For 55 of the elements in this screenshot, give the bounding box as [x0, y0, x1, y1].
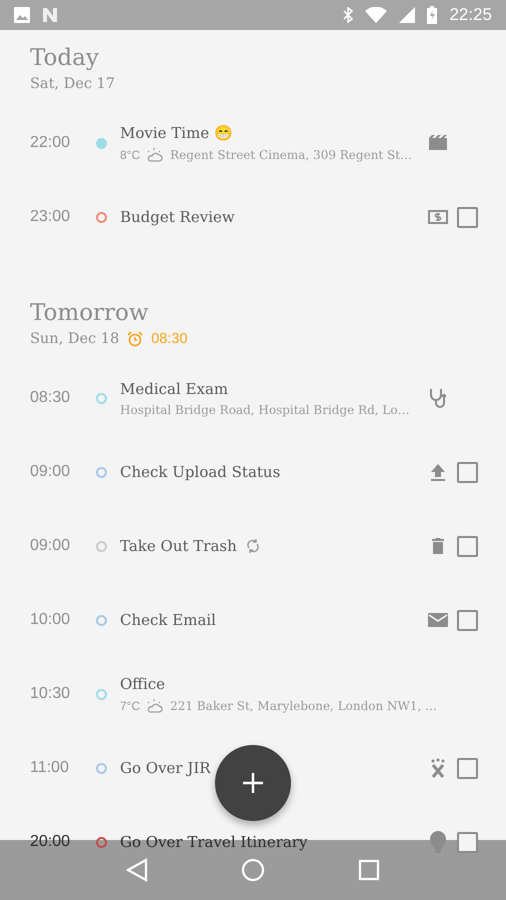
clapperboard-icon — [428, 135, 448, 151]
clock-time: 22:25 — [449, 5, 492, 25]
alarm-clock-icon — [127, 331, 144, 347]
stethoscope-icon — [428, 387, 448, 409]
event-time: 10:00 — [30, 611, 72, 629]
bluetooth-icon — [343, 7, 354, 23]
event-title: Office — [120, 674, 166, 692]
event-title: Medical Exam — [120, 380, 228, 398]
day-heading: Tomorrow — [30, 299, 150, 328]
checkbox[interactable] — [457, 536, 478, 556]
n-logo-icon — [42, 7, 58, 23]
event-location: 221 Baker St, Marylebone, London NW1, … — [170, 698, 438, 712]
checkbox[interactable] — [457, 462, 478, 482]
wifi-icon — [365, 7, 388, 23]
signal-icon — [399, 7, 416, 23]
event-title: Take Out Trash — [120, 537, 237, 555]
event-title: Movie Time 😁 — [120, 124, 233, 142]
back-icon[interactable] — [126, 858, 148, 882]
event-time: 23:00 — [30, 208, 72, 226]
upload-icon — [430, 463, 446, 481]
event-title: Check Email — [120, 611, 216, 629]
checkbox[interactable] — [457, 832, 478, 852]
figure-icon — [430, 758, 446, 778]
trash-icon — [431, 537, 445, 555]
dollar-bill-icon — [428, 209, 448, 225]
event-title: Budget Review — [120, 208, 235, 226]
date-label: Sat, Dec 17 — [30, 76, 116, 92]
event-time: 22:00 — [30, 134, 72, 152]
day-heading: Today — [30, 44, 100, 73]
checkbox[interactable] — [457, 758, 478, 778]
plus-icon — [242, 772, 264, 794]
weather-icon — [146, 146, 164, 162]
alarm-time: 08:30 — [151, 331, 188, 347]
home-icon[interactable] — [240, 858, 265, 882]
date-label: Sun, Dec 18 — [30, 331, 120, 347]
event-title: Go Over JIR — [120, 759, 211, 777]
event-location: Hospital Bridge Road, Hospital Bridge Rd, Lo… — [120, 402, 410, 416]
checkbox[interactable] — [457, 206, 478, 228]
weather-icon — [146, 698, 164, 714]
image-icon — [14, 7, 30, 23]
balloon-icon — [430, 831, 446, 853]
event-title: Check Upload Status — [120, 463, 280, 481]
battery-icon — [427, 6, 438, 24]
temperature: 8°C — [120, 148, 140, 162]
event-time: 09:00 — [30, 463, 72, 481]
mail-icon — [428, 612, 448, 628]
recents-icon[interactable] — [358, 859, 380, 881]
event-time: 09:00 — [30, 537, 72, 555]
checkbox[interactable] — [457, 610, 478, 630]
event-time: 11:00 — [30, 759, 70, 777]
add-button[interactable] — [215, 745, 291, 821]
event-time: 08:30 — [30, 389, 72, 407]
event-location: Regent Street Cinema, 309 Regent St… — [170, 148, 412, 162]
temperature: 7°C — [120, 698, 140, 712]
event-time: 10:30 — [30, 685, 72, 703]
